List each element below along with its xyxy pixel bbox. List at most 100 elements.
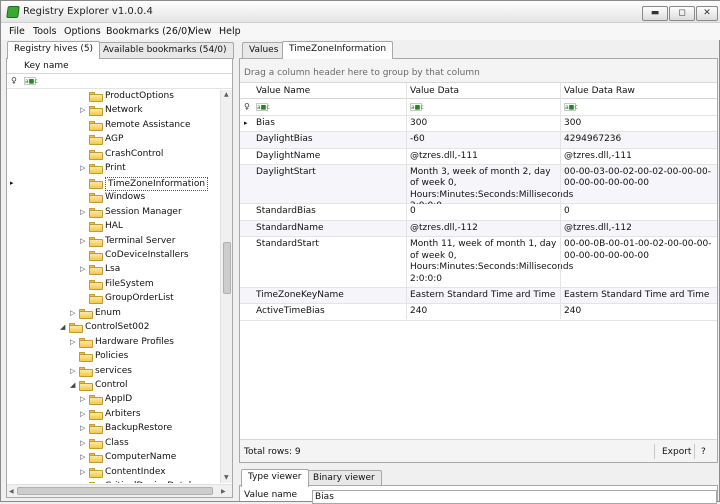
expand-arrow-icon[interactable]: ▷ [80, 424, 85, 432]
tab-values[interactable]: Values [242, 42, 286, 59]
tree-node[interactable]: ▷ Lsa [7, 263, 220, 278]
grid-header: Value Name Value Data Value Data Raw [240, 83, 717, 99]
tree-node[interactable]: Policies [7, 350, 220, 365]
table-row[interactable]: StandardName @tzres.dll,-112 @tzres.dll,-1… [240, 220, 717, 237]
maximize-button[interactable]: ◻ [669, 6, 695, 21]
tree-node[interactable]: ▷ ContentIndex [7, 466, 220, 481]
tree-column-header[interactable]: Key name [7, 59, 232, 74]
menu-options[interactable]: Options [64, 26, 101, 37]
scroll-down-icon[interactable]: ▼ [224, 474, 229, 481]
value-name-cell: DaylightName [256, 150, 321, 161]
expand-arrow-icon[interactable]: ▷ [70, 338, 75, 346]
tree-node[interactable]: ◢ ControlSet002 [7, 321, 220, 336]
expand-arrow-icon[interactable]: ▷ [80, 439, 85, 447]
tab-type-viewer[interactable]: Type viewer [241, 469, 309, 487]
tree-node[interactable]: ▷ AppID [7, 393, 220, 408]
tree-node[interactable]: ▷ Class [7, 437, 220, 452]
expand-arrow-icon[interactable]: ▷ [80, 410, 85, 418]
tree-node[interactable]: FileSystem [7, 278, 220, 293]
tree-node[interactable]: ▷ Session Manager [7, 206, 220, 221]
tree-filter-row[interactable]: ♀ a■c [7, 74, 232, 89]
footer-separator [694, 444, 695, 459]
table-row[interactable]: StandardBias 0 0 [240, 204, 717, 221]
tree-hscroll-thumb[interactable] [17, 487, 213, 495]
table-row[interactable]: DaylightBias -60 4294967236 [240, 132, 717, 149]
help-button[interactable]: ? [701, 447, 706, 457]
tab-registry-hives[interactable]: Registry hives (5) [7, 41, 101, 59]
expand-arrow-icon[interactable]: ▷ [80, 164, 85, 172]
expand-arrow-icon[interactable]: ▷ [80, 395, 85, 403]
menu-bookmarks[interactable]: Bookmarks (26/0) [106, 26, 191, 37]
tab-timezoneinformation[interactable]: TimeZoneInformation [282, 41, 394, 59]
menu-help[interactable]: Help [219, 26, 241, 37]
tree-node[interactable]: CrashControl [7, 148, 220, 163]
tree-node[interactable]: ▷ Arbiters [7, 408, 220, 423]
column-value-data[interactable]: Value Data [410, 86, 459, 96]
tree-node[interactable]: CoDeviceInstallers [7, 249, 220, 264]
scroll-up-icon[interactable]: ▲ [224, 91, 229, 98]
export-button[interactable]: Export [662, 447, 691, 457]
tree-node[interactable]: ▷ ComputerName [7, 451, 220, 466]
title-bar[interactable]: Registry Explorer v1.0.0.4 ▬ ◻ ✕ [1, 1, 720, 23]
expand-arrow-icon[interactable]: ▷ [80, 237, 85, 245]
column-value-data-raw[interactable]: Value Data Raw [564, 86, 635, 96]
table-row[interactable]: DaylightName @tzres.dll,-111 @tzres.dll,-1… [240, 148, 717, 165]
tree-vertical-scrollbar[interactable]: ▲ ▼ [220, 90, 232, 483]
table-row[interactable]: TimeZoneKeyName Eastern Standard Time ard… [240, 288, 717, 305]
tree-node-label: ContentIndex [105, 466, 166, 477]
filter-value-data-raw-icon[interactable]: a■c [564, 103, 578, 111]
menu-view[interactable]: View [189, 26, 212, 37]
tree-scroll-thumb[interactable] [223, 242, 231, 294]
tree-node-label: Class [105, 437, 129, 448]
scroll-right-icon[interactable]: ▶ [221, 488, 226, 495]
column-value-name[interactable]: Value Name [256, 86, 310, 96]
collapse-arrow-icon[interactable]: ◢ [70, 381, 75, 389]
tree-node[interactable]: AGP [7, 133, 220, 148]
tree-node[interactable]: ▷ Hardware Profiles [7, 336, 220, 351]
value-data-raw-cell: 300 [564, 118, 582, 128]
filter-value-name-icon[interactable]: a■c [256, 103, 270, 111]
tree-node[interactable]: HAL [7, 220, 220, 235]
tree-node[interactable]: ▸ TimeZoneInformation [7, 176, 220, 192]
table-row[interactable]: DaylightStart Month 3, week of month 2, d… [240, 164, 717, 211]
tree-node[interactable]: Remote Assistance [7, 119, 220, 134]
menu-tools[interactable]: Tools [33, 26, 56, 37]
expand-arrow-icon[interactable]: ▷ [80, 468, 85, 476]
tree-node[interactable]: ▷ Enum [7, 307, 220, 322]
minimize-button[interactable]: ▬ [642, 6, 668, 21]
registry-tree-panel: Key name ♀ a■c ProductOptions ▷ Network Rem… [6, 58, 233, 498]
tree-node[interactable]: ▷ BackupRestore [7, 422, 220, 437]
table-row[interactable]: StandardStart Month 11, week of month 1, … [240, 237, 717, 288]
tree-node[interactable]: ▷ Terminal Server [7, 235, 220, 250]
filter-value-data-icon[interactable]: a■c [410, 103, 424, 111]
tree-node[interactable]: ▷ Print [7, 162, 220, 177]
filter-text-icon[interactable]: a■c [24, 77, 38, 85]
collapse-arrow-icon[interactable]: ◢ [60, 323, 65, 331]
tree-node[interactable]: ProductOptions [7, 90, 220, 105]
tree-node[interactable]: GroupOrderList [7, 292, 220, 307]
expand-arrow-icon[interactable]: ▷ [70, 367, 75, 375]
tab-available-bookmarks[interactable]: Available bookmarks (54/0) [96, 42, 234, 59]
tree-horizontal-scrollbar[interactable]: ◀ ▶ [7, 484, 232, 497]
table-row[interactable]: ▸ Bias 300 300 [240, 116, 717, 133]
folder-icon [89, 164, 103, 175]
expand-arrow-icon[interactable]: ▷ [80, 265, 85, 273]
menu-file[interactable]: File [9, 26, 25, 37]
expand-arrow-icon[interactable]: ▷ [80, 208, 85, 216]
folder-icon [89, 250, 103, 261]
group-by-area[interactable]: Drag a column header here to group by th… [240, 59, 717, 83]
tree-node[interactable]: ▷ CriticalDeviceDatabase [7, 480, 220, 483]
expand-arrow-icon[interactable]: ▷ [80, 106, 85, 114]
tree-node[interactable]: ◢ Control [7, 379, 220, 394]
folder-icon [89, 207, 103, 218]
expand-arrow-icon[interactable]: ▷ [80, 482, 85, 483]
tree-node[interactable]: Windows [7, 191, 220, 206]
close-button[interactable]: ✕ [696, 6, 718, 21]
panel-splitter[interactable] [234, 41, 238, 501]
table-row[interactable]: ActiveTimeBias 240 240 [240, 304, 717, 321]
scroll-left-icon[interactable]: ◀ [9, 488, 14, 495]
expand-arrow-icon[interactable]: ▷ [80, 453, 85, 461]
tree-node[interactable]: ▷ Network [7, 104, 220, 119]
tree-node[interactable]: ▷ services [7, 365, 220, 380]
expand-arrow-icon[interactable]: ▷ [70, 309, 75, 317]
